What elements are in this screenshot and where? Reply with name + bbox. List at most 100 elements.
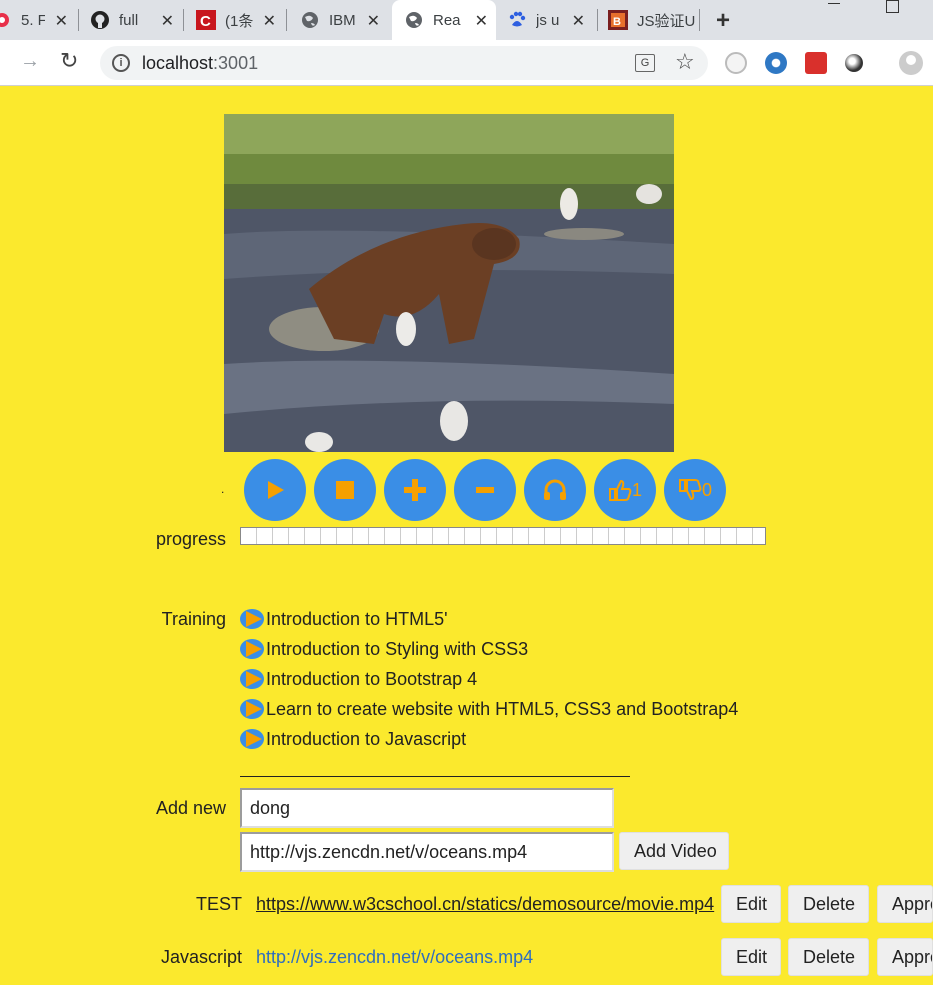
video-url-link[interactable]: https://www.w3cschool.cn/statics/demosou… — [256, 894, 714, 915]
play-circle-icon — [240, 729, 265, 749]
url-text[interactable]: localhost:3001 — [142, 53, 258, 74]
tab-divider — [699, 9, 700, 31]
bookmark-star-icon[interactable]: ☆ — [675, 49, 695, 75]
like-count: 1 — [631, 479, 642, 500]
tab-divider — [286, 9, 287, 31]
tab-divider — [78, 9, 79, 31]
volume-down-button[interactable] — [454, 459, 516, 521]
close-tab-icon[interactable]: ✕ — [263, 11, 276, 31]
tab-title: js u — [536, 11, 560, 29]
svg-text:B: B — [613, 16, 621, 28]
play-circle-icon — [240, 609, 265, 629]
tab-title: IBM — [329, 11, 355, 29]
close-tab-icon[interactable]: ✕ — [161, 11, 174, 31]
course-title: Introduction to Bootstrap 4 — [266, 668, 478, 689]
tab-strip: 5. F ✕ full ✕ C (1条 ✕ IBM ✕ Rea ✕ js u ✕… — [0, 0, 933, 40]
thumbs-down-icon — [678, 479, 702, 501]
browser-tab[interactable]: C (1条 ✕ — [196, 0, 284, 40]
course-item[interactable]: Introduction to Styling with CSS3 — [240, 637, 528, 661]
course-item[interactable]: Introduction to Javascript — [240, 727, 466, 751]
vivaldi-icon — [0, 10, 12, 30]
training-label: Training — [161, 609, 226, 629]
tab-title: 5. F — [21, 11, 45, 29]
video-player[interactable] — [224, 114, 674, 452]
minimize-window-icon[interactable] — [828, 3, 840, 4]
browser-tab[interactable]: js u ✕ — [505, 0, 593, 40]
edit-button[interactable]: Edit — [721, 938, 781, 976]
add-video-button[interactable]: Add Video — [619, 832, 729, 870]
play-circle-icon — [240, 669, 265, 689]
edit-button[interactable]: Edit — [721, 885, 781, 923]
mute-button[interactable] — [524, 459, 586, 521]
play-icon — [268, 481, 284, 499]
url-host: localhost — [142, 53, 214, 73]
new-tab-button[interactable]: + — [716, 7, 730, 35]
tab-divider — [183, 9, 184, 31]
like-button[interactable]: 1 — [594, 459, 656, 521]
close-tab-icon[interactable]: ✕ — [475, 11, 488, 31]
forward-arrow-icon[interactable]: → — [20, 50, 40, 73]
thumbs-up-icon — [608, 479, 632, 501]
tab-title: JS验证U — [637, 12, 696, 30]
extension-icon[interactable] — [725, 52, 747, 74]
globe-icon — [404, 10, 424, 30]
video-url-input[interactable] — [240, 832, 614, 872]
dislike-button[interactable]: 0 — [664, 459, 726, 521]
csdn-icon: C — [196, 10, 216, 30]
tab-title: full — [119, 11, 139, 29]
delete-button[interactable]: Delete — [788, 938, 869, 976]
reload-icon[interactable]: ↻ — [60, 48, 78, 74]
course-item[interactable]: Introduction to Bootstrap 4 — [240, 667, 477, 691]
jetbrains-icon: B — [608, 10, 628, 30]
course-title: Learn to create website with HTML5, CSS3… — [266, 698, 739, 719]
browser-tab[interactable]: B JS验证U — [608, 0, 700, 40]
svg-text:C: C — [200, 13, 211, 30]
play-circle-icon — [240, 639, 265, 659]
extension-icon[interactable] — [805, 52, 827, 74]
video-frame-image — [224, 114, 674, 452]
profile-avatar-icon[interactable] — [899, 51, 923, 75]
tab-divider — [597, 9, 598, 31]
volume-up-button[interactable] — [384, 459, 446, 521]
extension-icon[interactable] — [765, 52, 787, 74]
play-button[interactable] — [244, 459, 306, 521]
headphones-icon — [544, 479, 566, 500]
info-icon[interactable]: i — [112, 54, 130, 72]
minus-icon — [476, 487, 494, 493]
course-item[interactable]: Introduction to HTML5' — [240, 607, 448, 631]
course-title: Introduction to Styling with CSS3 — [266, 638, 529, 659]
tab-title: (1条 — [225, 12, 253, 30]
play-circle-icon — [240, 699, 265, 719]
close-tab-icon[interactable]: ✕ — [572, 11, 585, 31]
tab-title: Rea — [433, 11, 461, 29]
approve-button[interactable]: Approve — [877, 885, 933, 923]
close-tab-icon[interactable]: ✕ — [367, 11, 380, 31]
translate-icon[interactable]: G — [635, 54, 655, 72]
approve-button[interactable]: Approve — [877, 938, 933, 976]
baidu-icon — [507, 10, 527, 30]
url-port: :3001 — [213, 53, 259, 73]
video-name-input[interactable] — [240, 788, 614, 828]
stop-button[interactable] — [314, 459, 376, 521]
progress-label: progress — [155, 529, 226, 549]
maximize-window-icon[interactable] — [886, 0, 899, 13]
section-divider — [240, 776, 630, 777]
video-url-link[interactable]: http://vjs.zencdn.net/v/oceans.mp4 — [256, 947, 533, 968]
browser-toolbar: → ↻ i localhost:3001 G ☆ — [0, 40, 933, 86]
github-icon — [90, 10, 110, 30]
browser-tab[interactable]: full ✕ — [90, 0, 182, 40]
course-title: Introduction to HTML5' — [266, 608, 448, 629]
delete-button[interactable]: Delete — [788, 885, 869, 923]
extension-icon[interactable] — [845, 54, 863, 72]
stop-icon — [336, 481, 354, 499]
browser-tab[interactable]: 5. F ✕ — [0, 0, 76, 40]
course-item[interactable]: Learn to create website with HTML5, CSS3… — [240, 697, 738, 721]
progress-bar[interactable] — [240, 527, 766, 545]
close-tab-icon[interactable]: ✕ — [55, 11, 68, 31]
browser-tab-active[interactable]: Rea ✕ — [392, 0, 496, 40]
browser-tab[interactable]: IBM ✕ — [300, 0, 388, 40]
globe-icon — [300, 10, 320, 30]
add-new-label: Add new — [155, 798, 226, 818]
address-bar[interactable]: i localhost:3001 G ☆ — [100, 46, 708, 80]
plus-icon — [404, 479, 426, 501]
